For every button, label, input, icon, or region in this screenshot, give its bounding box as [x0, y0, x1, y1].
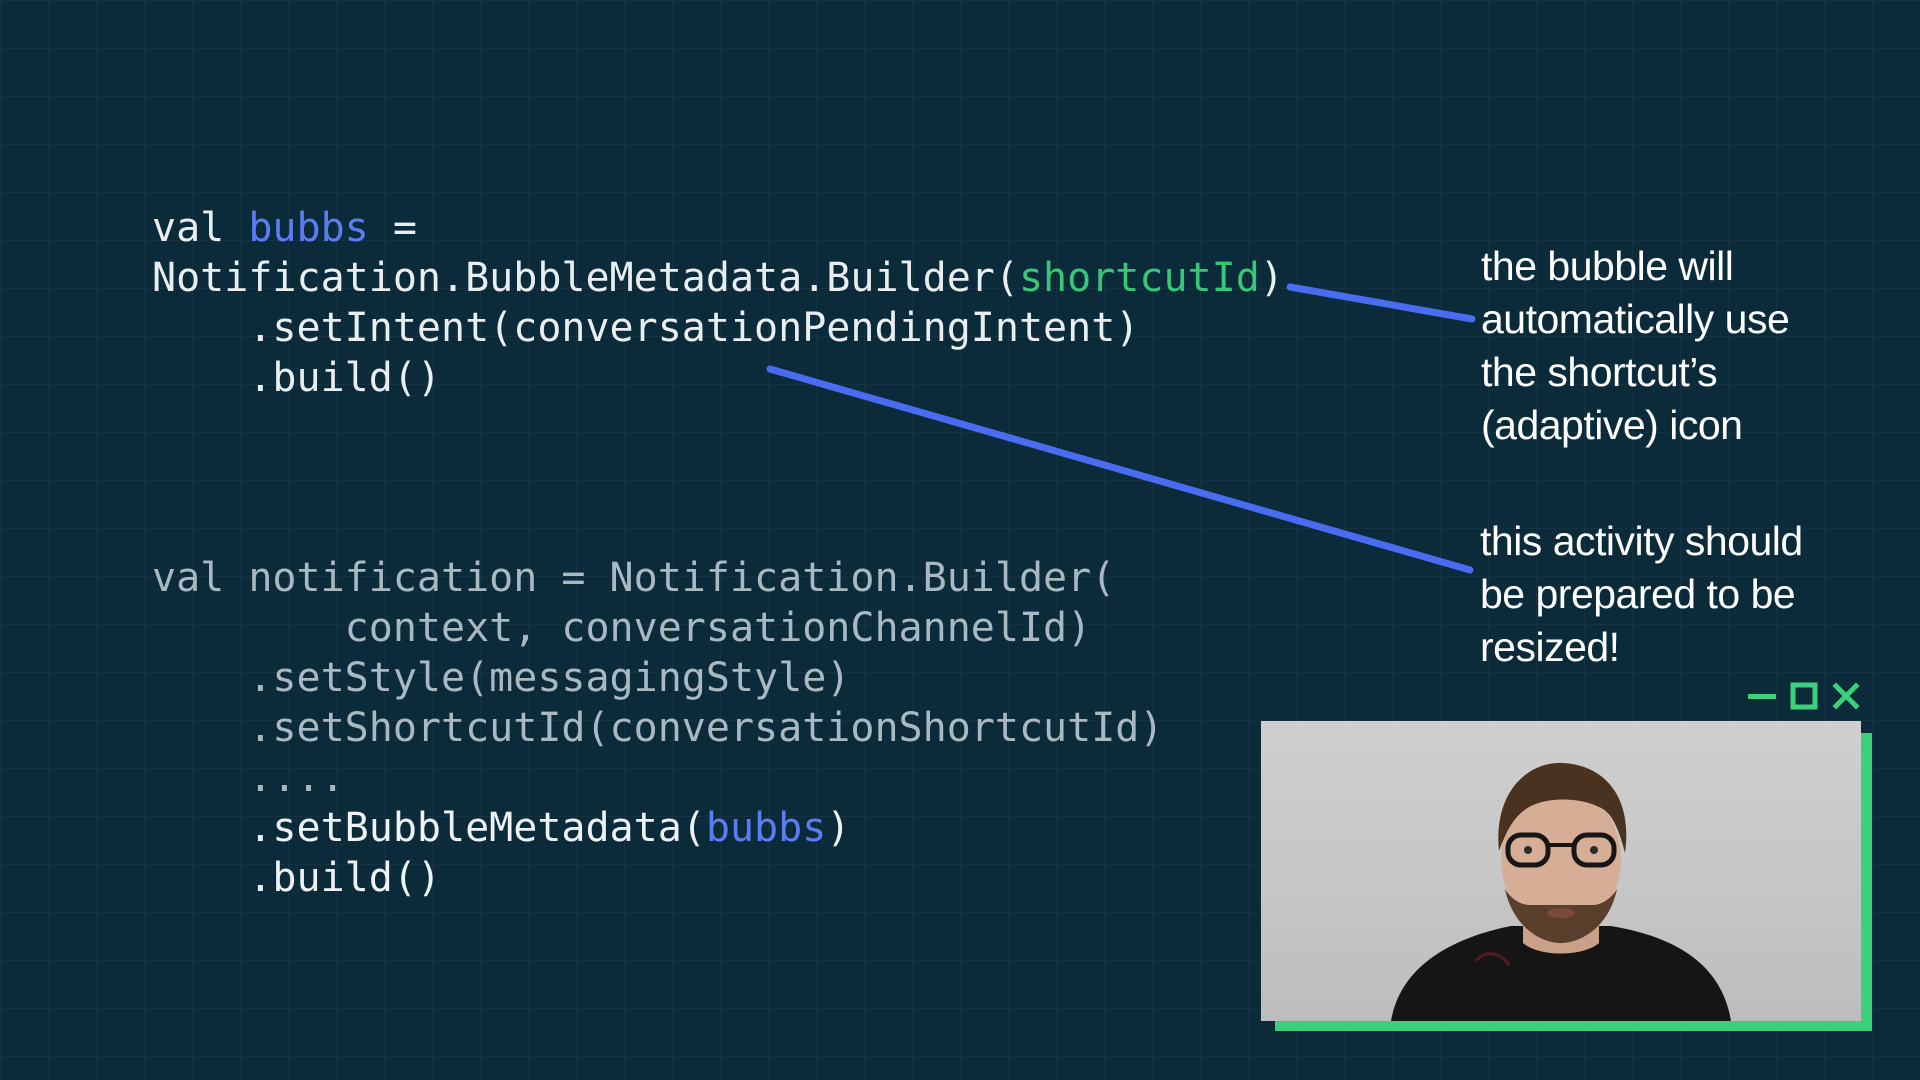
- code-block-notification: val notification = Notification.Builder(…: [152, 553, 1163, 903]
- code-line: ....: [152, 755, 345, 801]
- code-line: val bubbs =: [152, 205, 417, 251]
- argument-shortcut-id: shortcutId: [1018, 255, 1260, 301]
- annotation-line: (adaptive) icon: [1481, 402, 1743, 448]
- code-block-bubble-metadata: val bubbs = Notification.BubbleMetadata.…: [152, 203, 1284, 403]
- code-line: .setStyle(messagingStyle): [152, 655, 851, 701]
- code-line: .build(): [152, 855, 441, 901]
- variable-bubbs: bubbs: [705, 805, 827, 851]
- code-line: .setIntent(conversationPendingIntent): [152, 305, 1140, 351]
- code-line: val notification = Notification.Builder(: [152, 555, 1116, 601]
- presenter-video[interactable]: [1261, 721, 1861, 1021]
- slide-stage: val bubbs = Notification.BubbleMetadata.…: [0, 0, 1920, 1080]
- pip-window-controls: [1745, 679, 1863, 713]
- annotation-line: be prepared to be: [1480, 571, 1796, 617]
- code-line: Notification.BubbleMetadata.Builder(shor…: [152, 255, 1284, 301]
- code-line: .build(): [152, 355, 441, 401]
- annotation-line: resized!: [1480, 624, 1620, 670]
- annotation-line: the bubble will: [1481, 243, 1734, 289]
- minimize-icon[interactable]: [1745, 679, 1779, 713]
- arrow-to-shortcut-id: [1286, 283, 1476, 323]
- maximize-icon[interactable]: [1787, 679, 1821, 713]
- variable-bubbs: bubbs: [248, 205, 369, 251]
- code-line: .setBubbleMetadata(bubbs): [152, 805, 851, 851]
- code-line: .setShortcutId(conversationShortcutId): [152, 705, 1164, 751]
- annotation-line: automatically use: [1481, 296, 1790, 342]
- annotation-shortcut-icon: the bubble will automatically use the sh…: [1481, 240, 1901, 452]
- presenter-figure: [1391, 762, 1731, 1021]
- code-line: context, conversationChannelId): [152, 605, 1092, 651]
- annotation-line: this activity should: [1480, 518, 1803, 564]
- annotation-resizable-activity: this activity should be prepared to be r…: [1480, 515, 1910, 674]
- close-icon[interactable]: [1829, 679, 1863, 713]
- annotation-line: the shortcut’s: [1481, 349, 1718, 395]
